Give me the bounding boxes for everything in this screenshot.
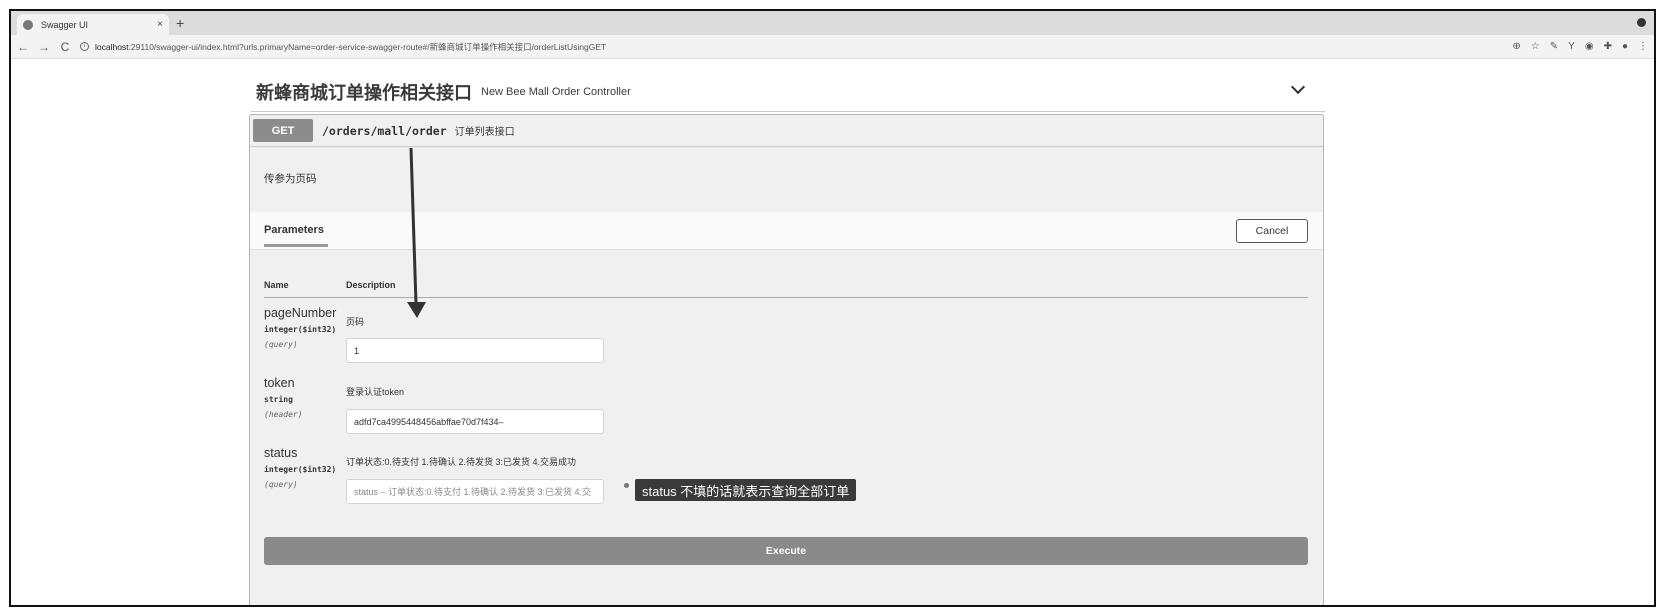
- param-name: token: [264, 376, 295, 390]
- param-location: (header): [264, 410, 303, 419]
- operation-description: 传参为页码: [264, 173, 317, 185]
- operation-summary[interactable]: GET /orders/mall/order 订单列表接口: [250, 115, 1323, 147]
- status-input[interactable]: status – 订单状态:0.待支付 1.待确认 2.待发货 3:已发货 4.…: [346, 479, 604, 504]
- browser-tab[interactable]: Swagger UI ×: [17, 14, 169, 35]
- url-path: :29110/swagger-ui/index.html?urls.primar…: [128, 41, 607, 52]
- param-description: 登录认证token: [346, 387, 405, 397]
- tab-parameters[interactable]: Parameters: [264, 224, 328, 247]
- execute-button[interactable]: Execute: [264, 537, 1308, 565]
- section-description: New Bee Mall Order Controller: [481, 85, 631, 98]
- menu-kebab-icon[interactable]: ⋮: [1638, 41, 1648, 52]
- avatar-icon[interactable]: ●: [1622, 41, 1628, 52]
- section-title: 新蜂商城订单操作相关接口: [256, 82, 472, 103]
- zoom-icon[interactable]: ⊕: [1512, 41, 1520, 52]
- swagger-content: 新蜂商城订单操作相关接口 New Bee Mall Order Controll…: [11, 60, 1654, 605]
- extensions-puzzle-icon[interactable]: ✚: [1604, 41, 1612, 52]
- param-name: pageNumber: [264, 306, 337, 320]
- tab-strip: Swagger UI × +: [11, 11, 1654, 35]
- chevron-down-icon[interactable]: [1290, 79, 1306, 95]
- url-host: localhost: [95, 41, 129, 52]
- annotation-marker: [624, 483, 629, 488]
- extension-icon[interactable]: ◉: [1585, 41, 1594, 52]
- back-icon[interactable]: ←: [14, 40, 32, 54]
- site-info-icon[interactable]: i: [80, 42, 89, 51]
- section-header[interactable]: 新蜂商城订单操作相关接口 New Bee Mall Order Controll…: [251, 72, 1325, 112]
- forward-icon[interactable]: →: [35, 40, 53, 54]
- bookmark-star-icon[interactable]: ☆: [1531, 41, 1540, 52]
- browser-window: Swagger UI × + ← → C i localhost:29110/s…: [9, 9, 1656, 607]
- extension-icon[interactable]: ✎: [1550, 41, 1558, 52]
- address-bar[interactable]: i localhost:29110/swagger-ui/index.html?…: [80, 38, 1502, 56]
- header-divider: [264, 297, 1308, 298]
- param-type: integer($int32): [264, 325, 337, 334]
- browser-toolbar: ← → C i localhost:29110/swagger-ui/index…: [11, 35, 1654, 59]
- param-location: (query): [264, 480, 298, 489]
- operation-path: /orders/mall/order: [322, 123, 447, 138]
- http-method-badge: GET: [253, 119, 313, 142]
- extension-icons: ⊕ ☆ ✎ Y ◉ ✚ ● ⋮: [1502, 41, 1648, 52]
- parameters-header: Parameters Cancel: [250, 212, 1323, 250]
- column-header-description: Description: [346, 280, 396, 290]
- page-number-input[interactable]: 1: [346, 338, 604, 363]
- reload-icon[interactable]: C: [56, 40, 74, 54]
- column-header-name: Name: [264, 280, 289, 290]
- tab-title: Swagger UI: [41, 19, 89, 30]
- param-description: 页码: [346, 317, 365, 327]
- param-type: string: [264, 395, 293, 404]
- cancel-button[interactable]: Cancel: [1236, 219, 1308, 243]
- param-description: 订单状态:0.待支付 1.待确认 2.待发货 3:已发货 4.交易成功: [346, 457, 577, 467]
- param-location: (query): [264, 340, 298, 349]
- new-tab-icon[interactable]: +: [176, 15, 184, 31]
- operation-block: GET /orders/mall/order 订单列表接口 传参为页码 Para…: [249, 114, 1324, 605]
- tab-close-icon[interactable]: ×: [157, 19, 163, 30]
- annotation-callout: status 不填的话就表示查询全部订单: [635, 479, 857, 501]
- token-input[interactable]: adfd7ca4995448456abffae70d7f434–: [346, 409, 604, 434]
- profile-icon[interactable]: [1637, 18, 1646, 27]
- param-name: status: [264, 446, 298, 460]
- swagger-favicon-icon: [23, 19, 33, 30]
- operation-summary-text: 订单列表接口: [454, 127, 515, 138]
- extension-icon[interactable]: Y: [1568, 41, 1575, 52]
- param-type: integer($int32): [264, 465, 337, 474]
